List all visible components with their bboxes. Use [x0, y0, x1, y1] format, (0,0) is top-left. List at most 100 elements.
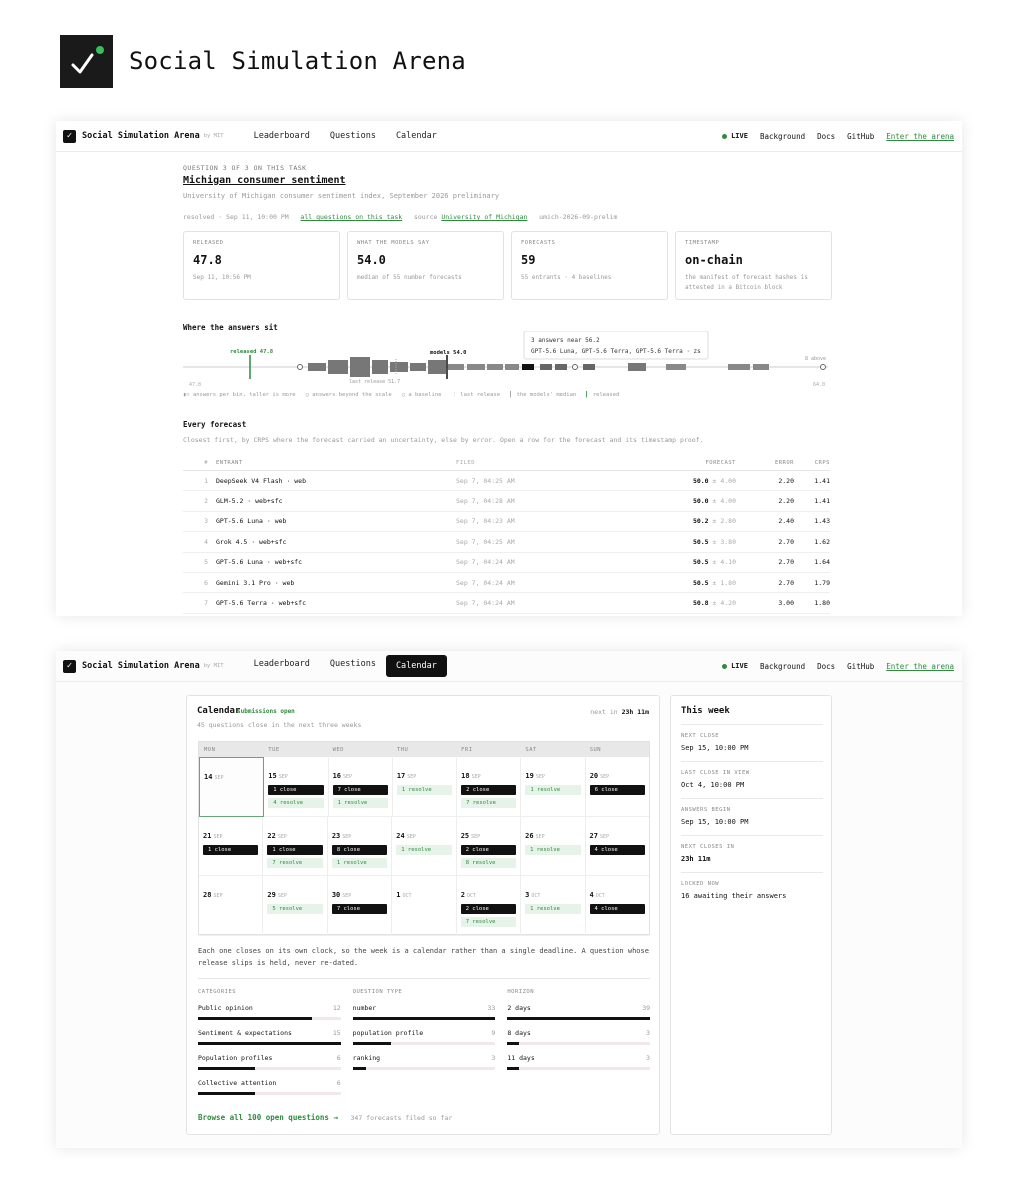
stats-row[interactable]: number 33 [352, 1004, 496, 1020]
bin [328, 360, 348, 374]
resolve-pill[interactable]: 7 resolve [460, 917, 517, 927]
stats-row[interactable]: 2 days 39 [507, 1004, 651, 1020]
resolve-pill[interactable]: 4 resolve [268, 798, 324, 808]
table-row[interactable]: 1 DeepSeek V4 Flash · web Sep 7, 04:25 AM 5… [183, 471, 830, 492]
table-row[interactable]: 7 GPT-5.6 Terra · web+sfc Sep 7, 04:24 AM 5… [183, 593, 830, 614]
cell-error: 2.70 [778, 537, 794, 546]
calendar-day[interactable]: 15 SEP 1 close 4 resolve [264, 757, 329, 817]
resolve-pill[interactable]: 1 resolve [396, 844, 452, 855]
close-pill[interactable]: 4 close [589, 904, 645, 914]
calendar-day[interactable]: 28 SEP [199, 876, 264, 936]
resolve-pill[interactable]: 7 resolve [267, 857, 323, 868]
resolve-pill[interactable]: 5 resolve [267, 904, 323, 914]
stats-row[interactable]: ranking 3 [352, 1054, 496, 1070]
cell-filed: Sep 7, 04:25 AM [456, 476, 515, 485]
stats-row[interactable]: 11 days 3 [507, 1054, 651, 1070]
resolve-pill[interactable]: 1 resolve [331, 857, 388, 868]
nav-docs[interactable]: Docs [817, 662, 835, 671]
bin [372, 360, 388, 374]
calendar-day[interactable]: 18 SEP 2 close 7 resolve [457, 757, 522, 817]
close-pill[interactable]: 7 close [332, 785, 388, 795]
close-pill[interactable]: 7 close [331, 904, 388, 914]
day-number: 28 SEP [203, 882, 258, 901]
nav-background[interactable]: Background [760, 662, 805, 671]
table-row[interactable]: 5 GPT-5.6 Luna · web+sfc Sep 7, 04:24 AM 50… [183, 553, 830, 573]
resolve-pill[interactable]: 1 resolve [525, 904, 581, 914]
enter-arena-link[interactable]: Enter the arena [886, 132, 954, 141]
stats-label: ranking [352, 1054, 381, 1062]
stats-row[interactable]: Sentiment & expectations 15 [198, 1029, 341, 1045]
resolve-pill[interactable]: 1 resolve [525, 785, 581, 795]
nav-calendar[interactable]: Calendar [385, 655, 447, 677]
calendar-day[interactable]: 29 SEP 5 resolve [263, 876, 328, 936]
calendar-day[interactable]: 30 SEP 7 close [327, 876, 393, 936]
calendar-day[interactable]: 2 OCT 2 close 7 resolve [456, 876, 522, 936]
calendar-day[interactable]: 26 SEP 1 resolve [521, 816, 586, 876]
calendar-day[interactable]: 22 SEP 1 close 7 resolve [263, 816, 328, 876]
close-pill[interactable]: 2 close [461, 785, 517, 795]
table-row[interactable]: 4 Grok 4.5 · web+sfc Sep 7, 04:25 AM 50.5 ±… [183, 532, 830, 553]
resolve-pill[interactable]: 8 resolve [460, 857, 517, 868]
summary-cards: RELEASED 47.8 Sep 11, 10:56 PM WHAT THE … [183, 231, 832, 300]
close-pill[interactable]: 1 close [268, 785, 324, 795]
nav-github[interactable]: GitHub [847, 132, 874, 141]
stats-row[interactable]: Collective attention 6 [198, 1079, 341, 1095]
calendar-day[interactable]: 27 SEP 4 close [585, 817, 649, 876]
nav-questions[interactable]: Questions [320, 655, 386, 677]
calendar-day[interactable]: 19 SEP 1 resolve [521, 757, 586, 817]
answers-strip-svg: released 47.8 models 54.0 last release 5… [183, 330, 828, 388]
calendar-week: 14 SEP 15 SEP 1 close 4 resolve 16 SEP 7 close 1 … [199, 757, 649, 817]
col-entrant: ENTRANT [216, 459, 243, 466]
nav-docs[interactable]: Docs [817, 132, 835, 141]
stats-row[interactable]: population profile 9 [352, 1029, 496, 1045]
nav-calendar[interactable]: Calendar [386, 127, 447, 145]
resolve-pill[interactable]: 1 resolve [396, 785, 453, 795]
table-row[interactable]: 3 GPT-5.6 Luna · web Sep 7, 04:23 AM 50.2 ±… [183, 512, 830, 533]
source-link[interactable]: University of Michigan [441, 213, 527, 221]
calendar-day[interactable]: 3 OCT 1 resolve [521, 876, 586, 936]
table-row[interactable]: 6 Gemini 3.1 Pro · web Sep 7, 04:24 AM 50.5… [183, 573, 830, 594]
calendar-day[interactable]: 20 SEP 6 close [585, 757, 649, 817]
calendar-day[interactable]: 21 SEP 1 close [199, 816, 264, 876]
resolve-pill[interactable]: 1 resolve [525, 844, 581, 855]
nav-leaderboard[interactable]: Leaderboard [244, 127, 320, 145]
browse-questions-link[interactable]: Browse all 100 open questions → [198, 1113, 338, 1122]
table-row[interactable]: 2 GLM-5.2 · web+sfc Sep 7, 04:28 AM 50.0 ± … [183, 491, 830, 512]
close-pill[interactable]: 4 close [589, 844, 645, 855]
legend-bins: ▮▫ answers per bin, taller is more [183, 392, 296, 398]
stats-row[interactable]: 8 days 3 [507, 1029, 651, 1045]
calendar-day[interactable]: 23 SEP 8 close 1 resolve [327, 816, 393, 876]
nav-github[interactable]: GitHub [847, 662, 874, 671]
all-questions-link[interactable]: all questions on this task [300, 213, 402, 221]
close-pill[interactable]: 8 close [331, 844, 388, 855]
resolve-pill[interactable]: 1 resolve [332, 798, 388, 808]
brand[interactable]: ✓ Social Simulation Arena by MIT [63, 659, 224, 673]
calendar-day[interactable]: 4 OCT 4 close [585, 876, 649, 936]
calendar-day[interactable]: 1 OCT [392, 876, 457, 936]
close-pill[interactable]: 2 close [460, 844, 517, 855]
nav-leaderboard[interactable]: Leaderboard [244, 655, 320, 677]
calendar-day[interactable]: 17 SEP 1 resolve [392, 757, 458, 817]
nav-background[interactable]: Background [760, 132, 805, 141]
stats-row[interactable]: Public opinion 12 [198, 1004, 341, 1020]
close-pill[interactable]: 6 close [589, 785, 645, 795]
month: SEP [406, 833, 416, 840]
stats-bar [198, 1092, 341, 1095]
brand[interactable]: ✓ Social Simulation Arena by MIT [63, 129, 224, 143]
calendar-day[interactable]: 16 SEP 7 close 1 resolve [328, 757, 393, 817]
nav-questions[interactable]: Questions [320, 127, 386, 145]
stats-row[interactable]: Population profiles 6 [198, 1054, 341, 1070]
question-title[interactable]: Michigan consumer sentiment [183, 175, 346, 186]
close-pill[interactable]: 1 close [203, 844, 259, 855]
close-pill[interactable]: 1 close [267, 844, 323, 855]
day: 20 [589, 772, 599, 780]
calendar-day-today[interactable]: 14 SEP [199, 757, 265, 817]
legend-last-release: ⋮ last release [451, 392, 501, 398]
calendar-day[interactable]: 25 SEP 2 close 8 resolve [456, 816, 522, 876]
month: OCT [466, 893, 476, 899]
calendar-day[interactable]: 24 SEP 1 resolve [392, 816, 457, 876]
cell-rank: 6 [204, 578, 208, 587]
resolve-pill[interactable]: 7 resolve [461, 798, 517, 808]
close-pill[interactable]: 2 close [460, 904, 517, 914]
enter-arena-link[interactable]: Enter the arena [886, 662, 954, 671]
